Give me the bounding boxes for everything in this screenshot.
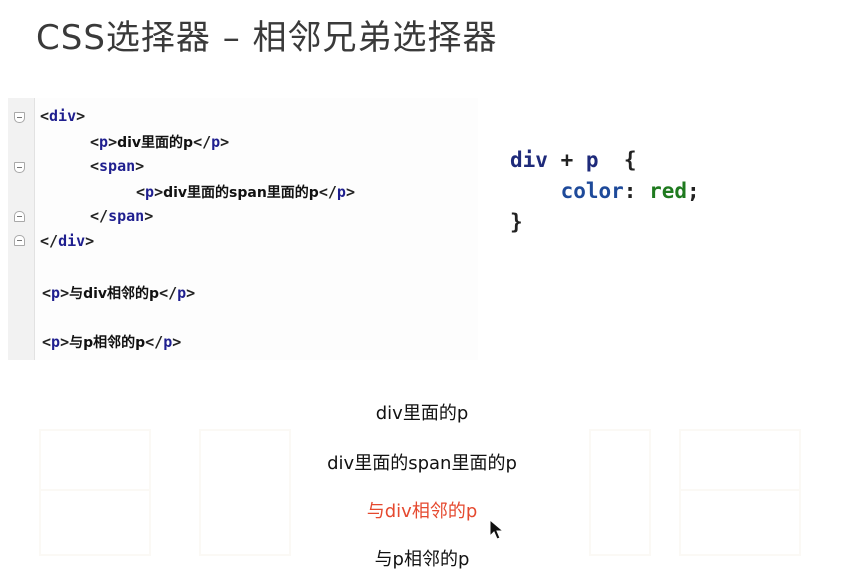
css-property: color: [560, 179, 624, 203]
css-selector-b: p: [585, 148, 599, 172]
code-tag: p: [51, 333, 61, 351]
css-colon: :: [623, 179, 637, 203]
code-text: 与div相邻的p: [69, 286, 160, 302]
css-selector-a: div: [510, 148, 548, 172]
code-tag: div: [49, 107, 77, 125]
output-line-3-highlighted: 与div相邻的p: [366, 501, 478, 522]
output-line-1: div里面的p: [375, 403, 469, 424]
slide-title: CSS选择器 – 相邻兄弟选择器: [36, 18, 498, 58]
code-punc: >: [345, 183, 355, 201]
code-punc: </: [193, 133, 212, 151]
code-tag: p: [163, 333, 173, 351]
code-tag: span: [108, 207, 145, 225]
code-line-div-close: </div>: [40, 232, 94, 250]
code-text: 与p相邻的p: [69, 335, 146, 351]
fold-open-icon[interactable]: [14, 112, 25, 123]
code-punc: >: [76, 107, 86, 125]
code-tag: p: [177, 284, 187, 302]
slide: CSS选择器 – 相邻兄弟选择器 <div> <p>div里面的p</p> <s…: [0, 0, 844, 574]
code-line-div-open: <div>: [40, 107, 85, 125]
code-line-span-open: <span>: [90, 157, 144, 175]
code-tag: p: [51, 284, 61, 302]
code-punc: <: [42, 333, 52, 351]
fold-open-icon[interactable]: [14, 162, 25, 173]
code-punc: >: [154, 183, 164, 201]
code-punc: </: [40, 232, 59, 250]
code-tag: p: [145, 183, 155, 201]
code-line-p1: <p>div里面的p</p>: [90, 132, 229, 152]
output-line-4: 与p相邻的p: [374, 549, 470, 570]
code-line-p4: <p>与p相邻的p</p>: [42, 332, 181, 352]
code-punc: <: [42, 284, 52, 302]
code-text: div里面的p: [117, 135, 194, 151]
code-tag: p: [99, 133, 109, 151]
code-tag: span: [99, 157, 136, 175]
code-tag: div: [58, 232, 86, 250]
css-close-brace: }: [510, 210, 523, 234]
code-punc: >: [108, 133, 118, 151]
css-rule: div + p { color: red; }: [510, 145, 700, 238]
code-punc: >: [135, 157, 145, 175]
code-punc: <: [90, 133, 100, 151]
fold-close-icon[interactable]: [14, 211, 25, 222]
mouse-cursor-icon: [489, 519, 505, 540]
code-punc: </: [145, 333, 164, 351]
code-punc: <: [136, 183, 146, 201]
code-text: div里面的span里面的p: [163, 185, 319, 201]
code-punc: >: [60, 333, 70, 351]
background-texture: [39, 429, 801, 556]
code-tag: p: [211, 133, 221, 151]
css-value: red: [649, 179, 688, 203]
code-punc: <: [90, 157, 100, 175]
fold-close-icon[interactable]: [14, 235, 25, 246]
code-line-p2: <p>div里面的span里面的p</p>: [136, 182, 355, 202]
editor-gutter: [8, 98, 35, 360]
code-punc: </: [318, 183, 337, 201]
code-punc: <: [40, 107, 50, 125]
code-punc: >: [85, 232, 95, 250]
code-punc: </: [90, 207, 109, 225]
code-punc: >: [186, 284, 196, 302]
css-semicolon: ;: [687, 179, 700, 203]
css-combinator: +: [560, 148, 574, 172]
output-line-2: div里面的span里面的p: [327, 453, 517, 474]
code-punc: >: [60, 284, 70, 302]
code-punc: >: [144, 207, 154, 225]
css-open-brace: {: [623, 148, 637, 172]
code-punc: >: [220, 133, 230, 151]
code-tag: p: [336, 183, 346, 201]
code-line-span-close: </span>: [90, 207, 153, 225]
code-punc: >: [172, 333, 182, 351]
code-line-p3: <p>与div相邻的p</p>: [42, 283, 195, 303]
code-punc: </: [159, 284, 178, 302]
code-editor: <div> <p>div里面的p</p> <span> <p>div里面的spa…: [8, 98, 478, 360]
